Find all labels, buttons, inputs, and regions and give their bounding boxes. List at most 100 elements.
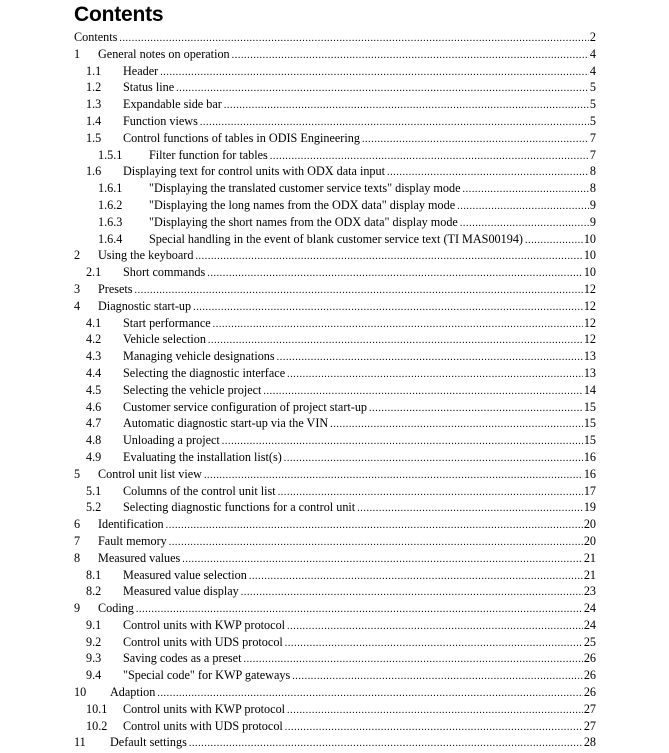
toc-entry-page-number[interactable]: 20 [584, 533, 596, 550]
toc-entry-title[interactable]: Control units with UDS protocol [123, 633, 284, 651]
toc-entry-page-number[interactable]: 24 [584, 617, 596, 634]
toc-entry-title[interactable]: Control units with KWP protocol [123, 700, 287, 718]
toc-entry[interactable]: 6 Identification 20 [0, 516, 669, 533]
toc-entry-page-number[interactable]: 8 [590, 163, 596, 180]
toc-entry-title[interactable]: Customer service configuration of projec… [123, 398, 369, 416]
toc-entry-page-number[interactable]: 12 [584, 331, 596, 348]
toc-entry-title[interactable]: Control unit list view [98, 465, 203, 483]
toc-entry-title[interactable]: "Displaying the translated customer serv… [149, 180, 462, 197]
toc-entry[interactable]: 1.2 Status line 5 [0, 79, 669, 97]
toc-entry-title[interactable]: Control functions of tables in ODIS Engi… [123, 129, 361, 147]
toc-entry-page-number[interactable]: 10 [584, 231, 596, 248]
toc-entry[interactable]: 5.2 Selecting diagnostic functions for a … [0, 499, 669, 517]
toc-entry[interactable]: 1.6.4 Special handling in the event of bl… [0, 230, 669, 248]
toc-entry-title[interactable]: "Displaying the long names from the ODX … [149, 196, 457, 214]
toc-entry[interactable]: 1.1 Header 4 [0, 62, 669, 80]
toc-entry[interactable]: 2 Using the keyboard 10 [0, 247, 669, 265]
toc-entry[interactable]: 1.4 Function views 5 [0, 112, 669, 130]
toc-entry-page-number[interactable]: 15 [584, 432, 596, 449]
toc-entry[interactable]: 4.3 Managing vehicle designations 13 [0, 348, 669, 365]
toc-entry-title[interactable]: Control units with UDS protocol [123, 717, 284, 735]
toc-entry[interactable]: 5.1 Columns of the control unit list 17 [0, 482, 669, 500]
toc-entry-page-number[interactable]: 9 [590, 197, 596, 214]
toc-entry-page-number[interactable]: 13 [584, 365, 596, 382]
toc-entry[interactable]: 9.3 Saving codes as a preset 26 [0, 650, 669, 668]
toc-entry-title[interactable]: Selecting the diagnostic interface [123, 364, 287, 382]
toc-entry-title[interactable]: Diagnostic start-up [98, 297, 193, 315]
toc-entry-page-number[interactable]: 5 [590, 113, 596, 130]
toc-entry-title[interactable]: Expandable side bar [123, 96, 223, 113]
toc-entry-page-number[interactable]: 12 [584, 281, 596, 298]
toc-entry-page-number[interactable]: 19 [584, 499, 596, 516]
toc-entry[interactable]: 7 Fault memory 20 [0, 532, 669, 550]
toc-entry-title[interactable]: Evaluating the installation list(s) [123, 448, 283, 466]
toc-entry-title[interactable]: Unloading a project [123, 432, 221, 449]
toc-entry-title[interactable]: Saving codes as a preset [123, 650, 243, 668]
toc-entry-page-number[interactable]: 7 [590, 130, 596, 147]
toc-entry[interactable]: 1.6 Displaying text for control units wit… [0, 163, 669, 181]
toc-entry[interactable]: 9.1 Control units with KWP protocol 24 [0, 616, 669, 634]
toc-entry-title[interactable]: Measured values [98, 549, 182, 567]
toc-entry-title[interactable]: Columns of the control unit list [123, 482, 277, 500]
toc-entry[interactable]: 1.6.1 "Displaying the translated customer… [0, 180, 669, 197]
toc-entry-title[interactable]: Short commands [123, 264, 207, 281]
toc-entry-page-number[interactable]: 16 [584, 449, 596, 466]
toc-entry-title[interactable]: Special handling in the event of blank c… [149, 230, 524, 248]
toc-entry[interactable]: 10.2 Control units with UDS protocol 27 [0, 717, 669, 735]
toc-entry[interactable]: 4.4 Selecting the diagnostic interface 13 [0, 364, 669, 382]
toc-entry[interactable]: 9.4 "Special code" for KWP gateways 26 [0, 667, 669, 685]
toc-entry-page-number[interactable]: 16 [584, 466, 596, 483]
toc-entry-title[interactable]: Function views [123, 112, 199, 130]
toc-entry[interactable]: 1.5 Control functions of tables in ODIS E… [0, 129, 669, 147]
toc-entry-title[interactable]: Selecting the vehicle project [123, 381, 263, 399]
toc-entry-page-number[interactable]: 17 [584, 483, 596, 500]
toc-entry[interactable]: 11 Default settings 28 [0, 734, 669, 753]
toc-entry-title[interactable]: Selecting diagnostic functions for a con… [123, 499, 357, 517]
toc-entry[interactable]: 9 Coding 24 [0, 600, 669, 617]
toc-entry-title[interactable]: "Displaying the short names from the ODX… [149, 213, 459, 231]
toc-entry-page-number[interactable]: 12 [584, 315, 596, 332]
toc-entry-page-number[interactable]: 21 [584, 567, 596, 584]
toc-entry[interactable]: 1 General notes on operation 4 [0, 45, 669, 63]
toc-entry-page-number[interactable]: 13 [584, 348, 596, 365]
toc-entry-page-number[interactable]: 20 [584, 516, 596, 533]
toc-entry-title[interactable]: Automatic diagnostic start-up via the VI… [123, 415, 330, 433]
toc-entry[interactable]: 4.7 Automatic diagnostic start-up via the… [0, 415, 669, 433]
toc-entry-page-number[interactable]: 25 [584, 634, 596, 651]
toc-entry-title[interactable]: Identification [98, 516, 165, 533]
toc-entry[interactable]: 4.5 Selecting the vehicle project 14 [0, 381, 669, 399]
toc-entry[interactable]: 3 Presets 12 [0, 280, 669, 298]
toc-entry-page-number[interactable]: 8 [590, 180, 596, 197]
toc-entry-title[interactable]: Header [123, 62, 160, 80]
toc-entry[interactable]: 4.1 Start performance 12 [0, 314, 669, 332]
toc-entry-page-number[interactable]: 5 [590, 96, 596, 113]
toc-entry-page-number[interactable]: 10 [584, 247, 596, 264]
toc-entry-page-number[interactable]: 24 [584, 600, 596, 617]
toc-entry-title[interactable]: Managing vehicle designations [123, 348, 276, 365]
toc-entry-title[interactable]: Contents [74, 29, 119, 46]
toc-entry-line[interactable]: Default settings 28 [110, 734, 596, 753]
toc-entry-page-number[interactable]: 12 [584, 298, 596, 315]
toc-entry-page-number[interactable]: 26 [584, 684, 596, 701]
toc-entry-title[interactable]: "Special code" for KWP gateways [123, 667, 292, 685]
toc-entry[interactable]: 1.5.1 Filter function for tables 7 [0, 146, 669, 164]
toc-entry[interactable]: 4 Diagnostic start-up 12 [0, 297, 669, 315]
toc-entry[interactable]: 4.8 Unloading a project 15 [0, 432, 669, 449]
toc-entry-page-number[interactable]: 5 [590, 79, 596, 96]
toc-entry[interactable]: 2.1 Short commands 10 [0, 264, 669, 281]
toc-entry-page-number[interactable]: 23 [584, 583, 596, 600]
toc-entry[interactable]: 4.2 Vehicle selection 12 [0, 331, 669, 349]
toc-entry-page-number[interactable]: 15 [584, 415, 596, 432]
toc-entry-page-number[interactable]: 26 [584, 650, 596, 667]
toc-entry-title[interactable]: Start performance [123, 314, 212, 332]
toc-entry-page-number[interactable]: 4 [590, 46, 596, 63]
toc-entry-page-number[interactable]: 14 [584, 382, 596, 399]
toc-entry-page-number[interactable]: 26 [584, 667, 596, 684]
toc-entry-title[interactable]: Presets [98, 280, 134, 298]
toc-entry-title[interactable]: Adaption [110, 684, 157, 701]
toc-entry-page-number[interactable]: 15 [584, 399, 596, 416]
toc-entry-page-number[interactable]: 4 [590, 63, 596, 80]
toc-entry-title[interactable]: Default settings [110, 734, 188, 752]
toc-entry-page-number[interactable]: 27 [584, 701, 596, 718]
toc-entry-title[interactable]: Measured value selection [123, 566, 248, 584]
